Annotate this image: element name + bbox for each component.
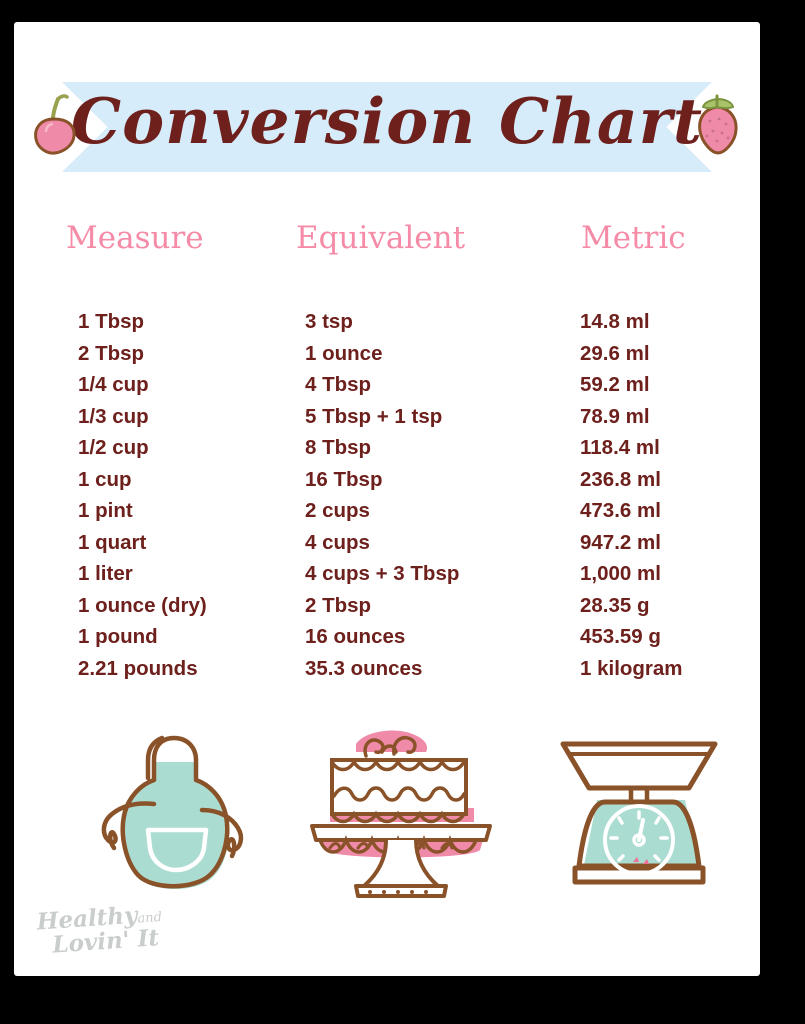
column-headers: Measure Equivalent Metric — [14, 220, 760, 272]
table-cell: 16 Tbsp — [305, 467, 383, 491]
apron-illustration — [101, 735, 244, 890]
table-cell: 2.21 pounds — [78, 656, 198, 680]
table-cell: 1 pint — [78, 499, 133, 522]
table-cell: 29.6 ml — [580, 341, 650, 365]
table-cell: 59.2 ml — [580, 373, 650, 396]
conversion-chart-page: Conversion Chart Measure Equivalent Metr… — [14, 22, 760, 976]
table-cell: 78.9 ml — [580, 404, 650, 428]
column-header-equivalent: Equivalent — [296, 220, 466, 256]
table-cell: 8 Tbsp — [305, 436, 372, 459]
table-cell: 1 pound — [78, 625, 158, 648]
table-cell: 14.8 ml — [580, 310, 650, 333]
table-cell: 453.59 g — [580, 625, 661, 648]
table-cell: 236.8 ml — [580, 467, 661, 491]
table-cell: 1/4 cup — [78, 373, 149, 396]
table-cell: 35.3 ounces — [305, 656, 423, 680]
table-row: 1 liter 4 cups + 3 Tbsp 1,000 ml — [14, 562, 760, 594]
table-cell: 16 ounces — [305, 625, 406, 648]
table-cell: 947.2 ml — [580, 530, 661, 554]
table-cell: 1 quart — [78, 530, 147, 554]
table-row: 1 ounce (dry) 2 Tbsp 28.35 g — [14, 594, 760, 626]
table-cell: 1 ounce — [305, 341, 383, 365]
table-cell: 1,000 ml — [580, 562, 661, 585]
table-cell: 5 Tbsp + 1 tsp — [305, 404, 443, 428]
table-cell: 2 Tbsp — [78, 341, 145, 365]
column-header-metric: Metric — [581, 220, 686, 256]
table-cell: 2 cups — [305, 499, 370, 522]
table-row: 1 Tbsp 3 tsp 14.8 ml — [14, 310, 760, 342]
page-title: Conversion Chart — [70, 84, 704, 158]
table-cell: 28.35 g — [580, 593, 650, 617]
table-cell: 3 tsp — [305, 310, 353, 333]
cherry-icon — [34, 94, 76, 155]
table-row: 2.21 pounds 35.3 ounces 1 kilogram — [14, 657, 760, 689]
table-row: 1/3 cup 5 Tbsp + 1 tsp 78.9 ml — [14, 405, 760, 437]
watermark-logo: Healthyand Lovin' It — [36, 897, 230, 974]
table-row: 1 pint 2 cups 473.6 ml — [14, 499, 760, 531]
table-row: 2 Tbsp 1 ounce 29.6 ml — [14, 342, 760, 374]
table-cell: 4 cups + 3 Tbsp — [305, 562, 460, 585]
conversion-table: 1 Tbsp 3 tsp 14.8 ml 2 Tbsp 1 ounce 29.6 ml 1/… — [14, 310, 760, 688]
table-row: 1/4 cup 4 Tbsp 59.2 ml — [14, 373, 760, 405]
table-cell: 4 cups — [305, 530, 370, 554]
scale-illustration — [560, 741, 718, 885]
banner: Conversion Chart — [14, 69, 760, 177]
table-cell: 1/2 cup — [78, 436, 149, 459]
column-header-measure: Measure — [66, 220, 204, 256]
table-cell: 1 kilogram — [580, 656, 683, 680]
table-cell: 1 Tbsp — [78, 310, 145, 333]
table-cell: 473.6 ml — [580, 499, 661, 522]
strawberry-icon — [698, 94, 738, 155]
table-cell: 1 liter — [78, 562, 133, 585]
table-row: 1 quart 4 cups 947.2 ml — [14, 531, 760, 563]
table-cell: 1 cup — [78, 467, 132, 491]
table-cell: 118.4 ml — [580, 436, 660, 459]
table-row: 1/2 cup 8 Tbsp 118.4 ml — [14, 436, 760, 468]
cake-illustration — [310, 730, 492, 898]
table-cell: 1 ounce (dry) — [78, 593, 207, 617]
table-cell: 2 Tbsp — [305, 593, 372, 617]
table-cell: 1/3 cup — [78, 404, 149, 428]
table-row: 1 pound 16 ounces 453.59 g — [14, 625, 760, 657]
illustrations — [14, 722, 760, 922]
table-row: 1 cup 16 Tbsp 236.8 ml — [14, 468, 760, 500]
table-cell: 4 Tbsp — [305, 373, 372, 396]
